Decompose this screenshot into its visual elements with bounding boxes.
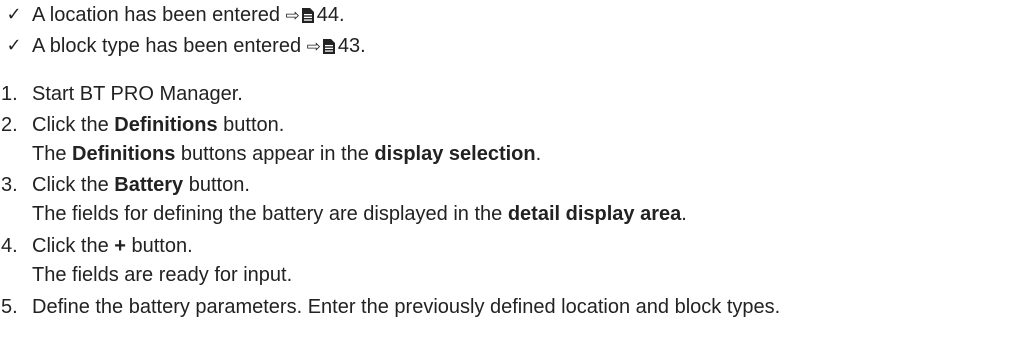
step-result: The fields are ready for input. xyxy=(32,264,293,286)
ui-term: display selection xyxy=(374,143,536,165)
page-icon xyxy=(301,8,314,23)
arrow-right-icon: ⇨ xyxy=(306,37,321,57)
step-result: The Definitions buttons appear in the di… xyxy=(32,143,542,165)
prerequisite-text: A location has been entered xyxy=(32,4,280,26)
step-number: 4. xyxy=(1,235,18,257)
arrow-right-icon: ⇨ xyxy=(285,6,300,26)
step-number: 1. xyxy=(1,83,18,105)
ui-term: Battery xyxy=(114,174,184,196)
step-number: 5. xyxy=(1,296,18,318)
step-text: Click the Definitions button. xyxy=(32,114,285,136)
page-reference[interactable]: 43. xyxy=(338,35,366,57)
step-number: 3. xyxy=(1,174,18,196)
prerequisite-text: A block type has been entered xyxy=(32,35,302,57)
checkmark-icon: ✓ xyxy=(6,35,22,56)
step-text: Define the battery parameters. Enter the… xyxy=(32,296,781,318)
checkmark-icon: ✓ xyxy=(6,4,22,25)
ui-term: Definitions xyxy=(114,114,218,136)
instruction-document: ✓ A location has been entered ⇨ 44. ✓ A b… xyxy=(0,0,1013,358)
step-result: The fields for defining the battery are … xyxy=(32,203,687,225)
step-text: Click the + button. xyxy=(32,235,193,257)
ui-term: + xyxy=(114,235,126,257)
ui-term: detail display area xyxy=(507,203,682,225)
step-number: 2. xyxy=(1,114,18,136)
step-text: Click the Battery button. xyxy=(32,174,250,196)
page-reference[interactable]: 44. xyxy=(317,4,345,26)
ui-term: Definitions xyxy=(72,143,176,165)
step-text: Start BT PRO Manager. xyxy=(32,83,243,105)
page-icon xyxy=(322,39,335,54)
